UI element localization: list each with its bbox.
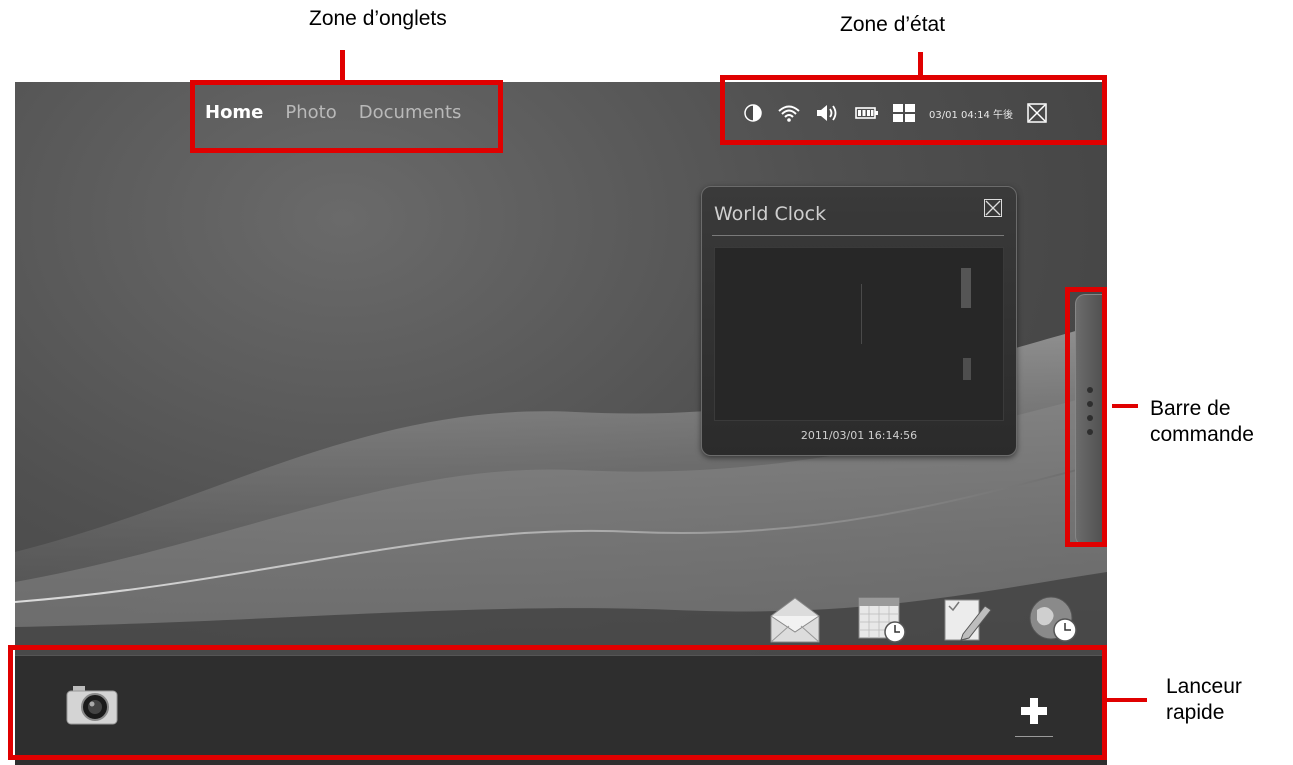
tab-documents[interactable]: Documents — [359, 102, 462, 123]
widget-title: World Clock — [714, 203, 827, 225]
calendar-icon[interactable] — [855, 594, 907, 644]
command-bar-handle[interactable] — [1075, 294, 1107, 546]
handle-dot — [1087, 387, 1093, 393]
callout-command-bar-line2: commande — [1150, 423, 1254, 446]
tab-bar: Home Photo Documents — [205, 102, 461, 123]
wifi-icon[interactable] — [777, 103, 801, 123]
annotation-connector-quick-launcher — [1107, 698, 1147, 702]
handle-dot — [1087, 401, 1093, 407]
close-icon[interactable] — [1027, 103, 1047, 123]
mail-icon[interactable] — [769, 594, 821, 644]
tab-photo[interactable]: Photo — [285, 102, 336, 123]
callout-quick-launcher: Lanceur rapide — [1166, 674, 1242, 726]
add-icon[interactable] — [1015, 692, 1053, 735]
device-screen: Home Photo Documents 03/01 04:14 午後 Worl… — [15, 82, 1107, 765]
callout-quick-launcher-line2: rapide — [1166, 701, 1225, 724]
handle-dot — [1087, 415, 1093, 421]
callout-tabs-zone: Zone d’onglets — [309, 7, 447, 30]
camera-icon[interactable] — [65, 686, 119, 731]
callout-command-bar: Barre de commande — [1150, 396, 1254, 448]
callout-quick-launcher-line1: Lanceur — [1166, 675, 1242, 698]
world-clock-widget[interactable]: World Clock 2011/03/01 16:14:56 — [701, 186, 1017, 456]
quick-launcher — [15, 655, 1107, 765]
handle-dot — [1087, 429, 1093, 435]
notes-icon[interactable] — [941, 594, 993, 644]
annotation-connector-status — [918, 52, 923, 79]
world-map-display — [714, 247, 1004, 421]
world-clock-icon[interactable] — [1027, 594, 1079, 644]
callout-status-zone: Zone d’état — [840, 13, 946, 36]
tab-home[interactable]: Home — [205, 102, 263, 123]
layout-icon[interactable] — [893, 104, 915, 122]
brightness-icon[interactable] — [743, 103, 763, 123]
annotation-connector-command-bar — [1112, 404, 1138, 408]
annotation-connector-tabs — [340, 50, 345, 83]
add-underline — [1015, 736, 1053, 737]
volume-icon[interactable] — [815, 103, 841, 123]
widget-datetime: 2011/03/01 16:14:56 — [800, 429, 918, 442]
battery-icon[interactable] — [855, 105, 879, 121]
status-time: 03/01 04:14 午後 — [929, 109, 1013, 121]
widget-divider — [712, 235, 1004, 236]
widget-close-icon[interactable] — [984, 199, 1002, 217]
world-map-image — [861, 268, 971, 380]
status-bar: 03/01 04:14 午後 — [743, 96, 1047, 130]
callout-command-bar-line1: Barre de — [1150, 397, 1231, 420]
